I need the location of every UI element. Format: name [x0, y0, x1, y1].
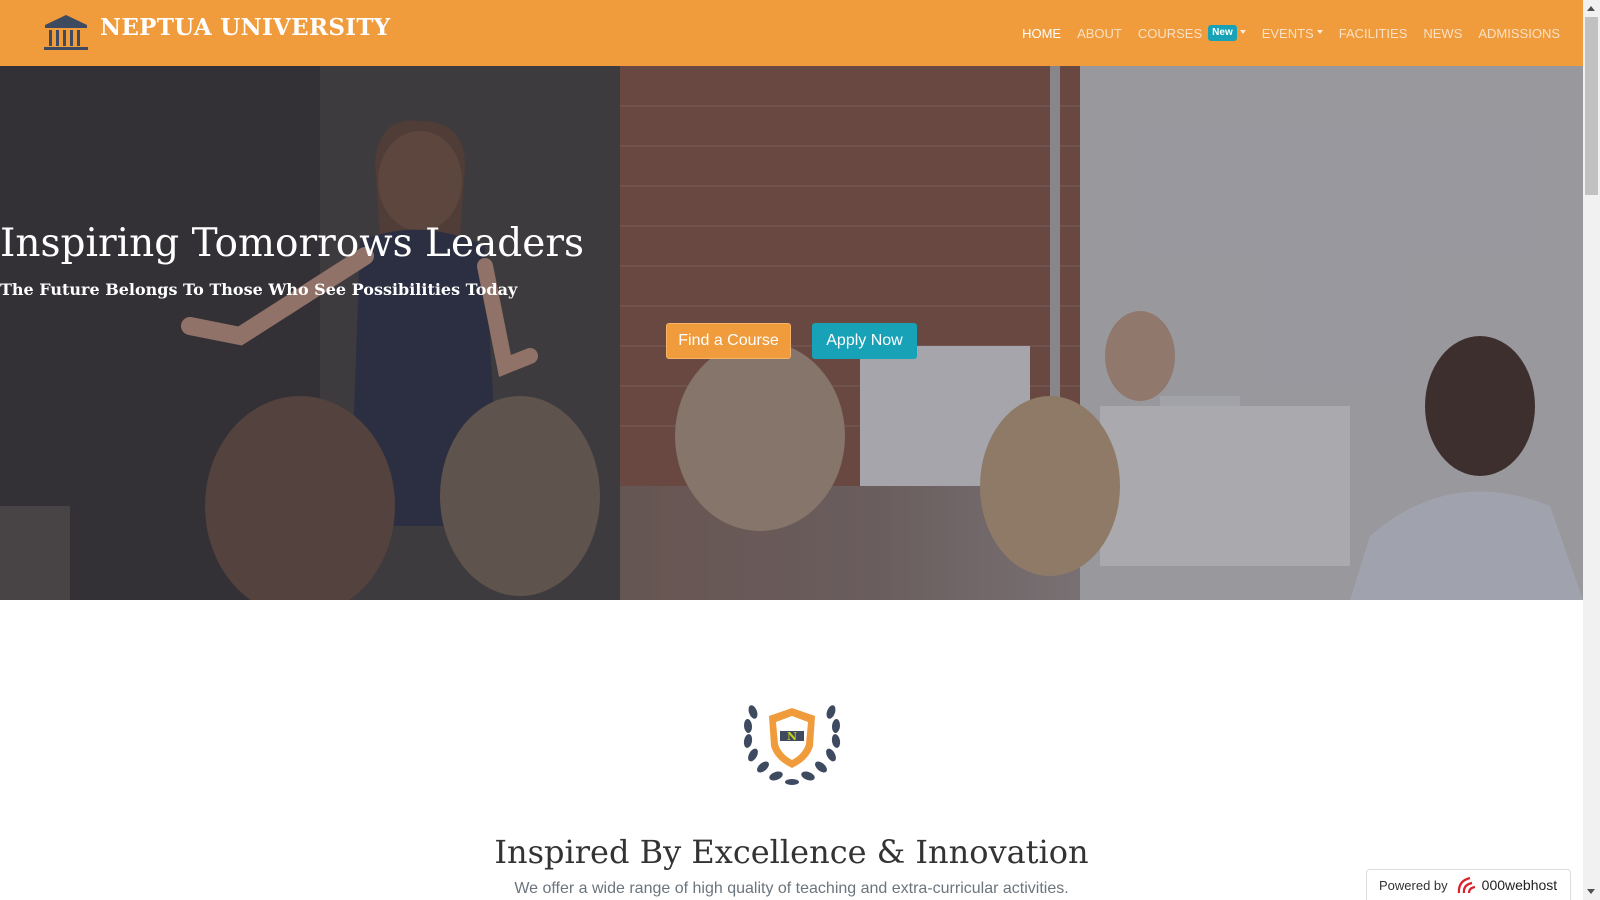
nav-courses-label: COURSES — [1137, 25, 1203, 41]
nav-admissions-label: ADMISSIONS — [1478, 25, 1560, 41]
nav-home-label: HOME — [1022, 25, 1062, 41]
nav-admissions[interactable]: ADMISSIONS — [1478, 26, 1560, 41]
caret-down-icon — [1316, 29, 1323, 34]
new-badge: New — [1208, 25, 1237, 41]
brand-link[interactable]: NEPTUA UNIVERSITY — [41, 13, 391, 53]
page-scrollbar[interactable] — [1583, 0, 1600, 900]
caret-down-icon — [1239, 29, 1246, 34]
svg-text:N: N — [787, 730, 797, 743]
main-nav: HOME ABOUT COURSES New EVENTS FACILITIES… — [1006, 0, 1560, 66]
nav-about[interactable]: ABOUT — [1077, 26, 1122, 41]
powered-by-brand: 000webhost — [1481, 877, 1558, 893]
webhost-logo-icon — [1457, 876, 1475, 894]
powered-by-badge[interactable]: Powered by 000webhost — [1366, 869, 1571, 900]
nav-facilities[interactable]: FACILITIES — [1339, 26, 1408, 41]
nav-courses-dropdown[interactable]: COURSES New — [1138, 25, 1246, 41]
nav-events-dropdown[interactable]: EVENTS — [1262, 26, 1323, 41]
columns-building-icon — [44, 15, 88, 50]
university-emblem-logo: N — [743, 705, 841, 785]
hero-overlay — [0, 66, 1583, 600]
scroll-down-arrow-icon[interactable] — [1587, 889, 1595, 894]
nav-about-label: ABOUT — [1077, 25, 1122, 41]
brand-name: NEPTUA UNIVERSITY — [100, 13, 391, 41]
nav-home[interactable]: HOME — [1022, 26, 1061, 41]
nav-news[interactable]: NEWS — [1423, 26, 1462, 41]
nav-events-label: EVENTS — [1261, 25, 1314, 41]
navbar: NEPTUA UNIVERSITY HOME ABOUT COURSES New… — [0, 0, 1583, 66]
hero-section: Inspiring Tomorrows Leaders The Future B… — [0, 66, 1583, 600]
hero-subtitle: The Future Belongs To Those Who See Poss… — [0, 280, 518, 299]
scrollbar-thumb[interactable] — [1585, 17, 1598, 195]
apply-now-button[interactable]: Apply Now — [812, 323, 917, 359]
section-heading: Inspired By Excellence & Innovation — [494, 833, 1089, 871]
section-description: We offer a wide range of high quality of… — [514, 880, 1069, 897]
powered-by-label: Powered by — [1379, 877, 1448, 893]
hero-title: Inspiring Tomorrows Leaders — [0, 221, 584, 266]
nav-news-label: NEWS — [1423, 25, 1463, 41]
scroll-up-arrow-icon[interactable] — [1587, 6, 1595, 11]
find-course-button[interactable]: Find a Course — [666, 323, 791, 359]
nav-facilities-label: FACILITIES — [1338, 25, 1408, 41]
